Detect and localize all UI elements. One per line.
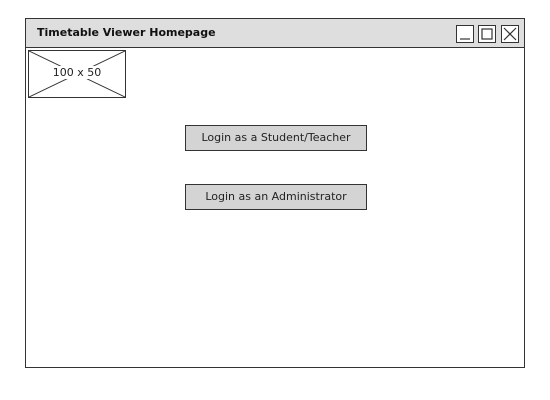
image-placeholder-label: 100 x 50 — [50, 66, 104, 79]
maximize-icon — [481, 28, 493, 40]
minimize-button[interactable] — [456, 25, 474, 43]
window-title: Timetable Viewer Homepage — [37, 26, 216, 39]
minimize-icon — [460, 38, 470, 40]
login-administrator-button[interactable]: Login as an Administrator — [185, 184, 367, 210]
app-window: Timetable Viewer Homepage 100 x 50 Login… — [25, 18, 525, 368]
image-placeholder: 100 x 50 — [28, 50, 126, 98]
close-icon — [503, 27, 517, 41]
maximize-button[interactable] — [478, 25, 496, 43]
title-bar: Timetable Viewer Homepage — [26, 19, 524, 48]
close-button[interactable] — [501, 25, 519, 43]
login-student-teacher-button[interactable]: Login as a Student/Teacher — [185, 125, 367, 151]
